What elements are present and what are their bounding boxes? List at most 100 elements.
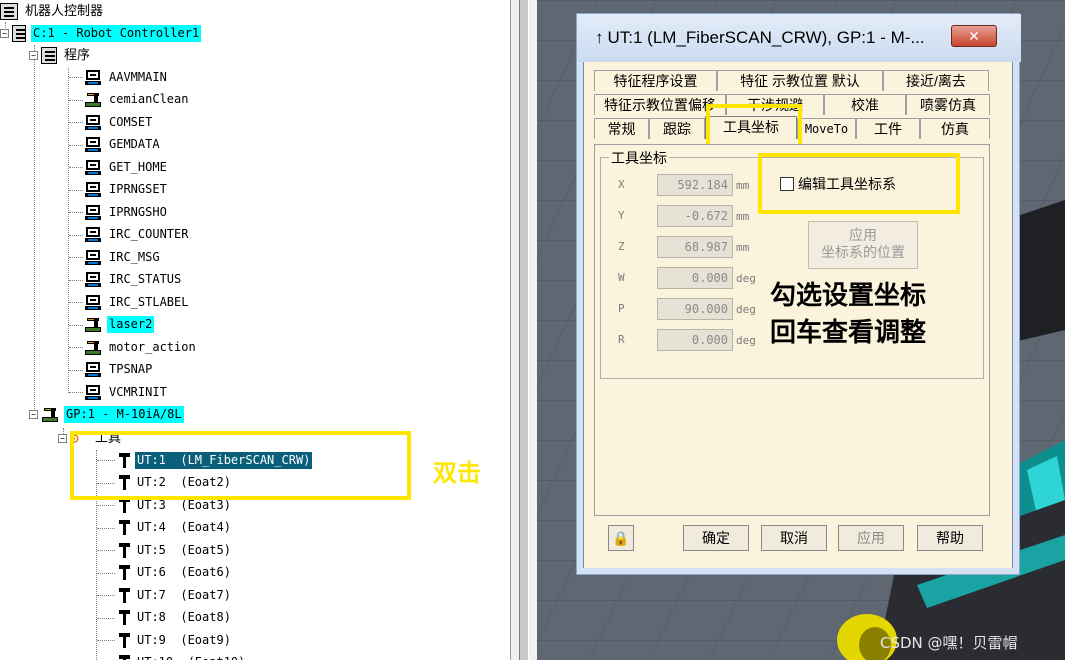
tree-program-item[interactable]: IRC_STLABEL <box>84 292 190 312</box>
field-value-y[interactable]: -0.672 <box>657 205 733 227</box>
tab-feature-teach-default[interactable]: 特征 示教位置 默认 <box>717 70 883 91</box>
edit-utool-checkbox[interactable]: 编辑工具坐标系 <box>780 174 896 194</box>
tree-program-item[interactable]: IPRNGSET <box>84 180 169 200</box>
lock-icon: 🔒 <box>612 530 630 546</box>
robot-program-icon <box>84 339 102 356</box>
tab-feature-program[interactable]: 特征程序设置 <box>594 70 717 91</box>
tree-tool-item[interactable]: UT:5 (Eoat5) <box>116 540 233 560</box>
checkbox-box[interactable] <box>780 177 794 191</box>
tree-tool-item[interactable]: UT:6 (Eoat6) <box>116 563 233 583</box>
field-value-z[interactable]: 68.987 <box>657 236 733 258</box>
tab-spray-sim[interactable]: 喷雾仿真 <box>906 94 990 115</box>
collapse-icon[interactable]: − <box>29 50 38 60</box>
apply-button[interactable]: 应用 <box>838 525 904 551</box>
tree-program-item[interactable]: IRC_MSG <box>84 247 162 267</box>
tab-calibration[interactable]: 校准 <box>824 94 906 115</box>
app-screen: 机器人控制器 − C:1 - Robot Controller1 − 程序 AA… <box>0 0 1065 660</box>
program-icon <box>84 294 102 311</box>
program-label: AAVMMAIN <box>109 69 167 84</box>
program-label: IPRNGSHO <box>109 204 167 219</box>
apply-position-line1: 应用 <box>849 227 877 243</box>
tool-label: UT:8 (Eoat8) <box>137 610 231 624</box>
program-icon <box>84 181 102 198</box>
apply-position-button[interactable]: 应用 坐标系的位置 <box>808 221 918 269</box>
controller-label: C:1 - Robot Controller1 <box>31 24 202 42</box>
dialog-titlebar[interactable]: ↑ UT:1 (LM_FiberSCAN_CRW), GP:1 - M-... ✕ <box>577 14 1021 62</box>
tree-program-item[interactable]: AAVMMAIN <box>84 67 169 87</box>
field-value-p[interactable]: 90.000 <box>657 298 733 320</box>
dialog-client: 特征程序设置 特征 示教位置 默认 接近/离去 特征示教位置偏移 干涉规避 校准… <box>584 62 1012 568</box>
workcell-tree[interactable]: 机器人控制器 − C:1 - Robot Controller1 − 程序 AA… <box>0 0 510 660</box>
tree-tool-item[interactable]: UT:9 (Eoat9) <box>116 630 233 650</box>
pane-splitter[interactable] <box>510 0 537 660</box>
tool-icon <box>116 609 130 626</box>
field-value-w[interactable]: 0.000 <box>657 267 733 289</box>
tree-tool-item[interactable]: UT:7 (Eoat7) <box>116 585 233 605</box>
utool-page: 工具坐标 X 592.184 mm Y -0.672 mm Z 68.987 mm W 0.000 d… <box>594 144 990 516</box>
tree-program-item[interactable]: laser2 <box>84 315 155 335</box>
program-label: IPRNGSET <box>109 182 167 196</box>
tab-approach-retreat[interactable]: 接近/离去 <box>883 70 989 91</box>
field-value-r[interactable]: 0.000 <box>657 329 733 351</box>
tree-root[interactable]: 机器人控制器 <box>0 1 105 21</box>
tree-program-item[interactable]: IRC_COUNTER <box>84 225 190 245</box>
tree-program-item[interactable]: GET_HOME <box>84 157 169 177</box>
tool-label: UT:7 (Eoat7) <box>137 587 231 602</box>
tree-program-item[interactable]: IPRNGSHO <box>84 202 169 222</box>
field-unit: mm <box>736 179 750 192</box>
program-icon <box>84 114 102 131</box>
robot-icon <box>41 406 59 423</box>
close-button[interactable]: ✕ <box>951 25 997 47</box>
programs-label: 程序 <box>64 47 91 63</box>
program-icon <box>84 69 102 86</box>
tab-simulation[interactable]: 仿真 <box>920 118 990 139</box>
tree-program-item[interactable]: IRC_STATUS <box>84 270 183 290</box>
robot-controllers-icon <box>0 2 18 20</box>
lock-button[interactable]: 🔒 <box>608 525 634 551</box>
program-icon <box>84 136 102 153</box>
tree-tool-item[interactable]: UT:10 (Eoat10) <box>116 653 247 660</box>
tree-tool-item[interactable]: UT:8 (Eoat8) <box>116 608 233 628</box>
tree-controller[interactable]: − C:1 - Robot Controller1 <box>0 23 202 43</box>
collapse-icon[interactable]: − <box>29 409 38 419</box>
hint-line-1: 勾选设置坐标 <box>770 281 927 311</box>
tree-programs-folder[interactable]: − 程序 <box>29 45 92 65</box>
tree-motion-group[interactable]: − GP:1 - M-10iA/8L <box>29 404 184 424</box>
tab-row-1: 特征程序设置 特征 示教位置 默认 接近/离去 <box>594 70 989 91</box>
tab-tracking[interactable]: 跟踪 <box>649 118 705 139</box>
program-icon <box>84 226 102 243</box>
tool-icon <box>116 519 130 536</box>
program-icon <box>84 249 102 266</box>
field-value-x[interactable]: 592.184 <box>657 174 733 196</box>
tool-label: UT:10 (Eoat10) <box>135 654 247 660</box>
program-icon <box>84 271 102 288</box>
tab-workpiece[interactable]: 工件 <box>856 118 920 139</box>
tool-label: UT:6 (Eoat6) <box>137 565 231 579</box>
robot-program-icon <box>84 91 102 108</box>
highlight-double-click <box>70 431 411 500</box>
dialog-title: ↑ UT:1 (LM_FiberSCAN_CRW), GP:1 - M-... <box>595 28 925 48</box>
field-label-w: W <box>618 271 625 284</box>
tree-program-item[interactable]: cemianClean <box>84 90 190 110</box>
help-button[interactable]: 帮助 <box>917 525 983 551</box>
program-label: cemianClean <box>109 92 189 106</box>
tree-program-item[interactable]: VCMRINIT <box>84 382 169 402</box>
tab-general[interactable]: 常规 <box>594 118 649 139</box>
hint-line-2: 回车查看调整 <box>770 318 927 348</box>
collapse-icon[interactable]: − <box>58 433 67 443</box>
tree-tool-item[interactable]: UT:4 (Eoat4) <box>116 518 233 538</box>
controller-icon <box>12 24 26 42</box>
field-label-z: Z <box>618 240 625 253</box>
tree-program-item[interactable]: motor_action <box>84 337 198 357</box>
field-unit: mm <box>736 241 750 254</box>
tree-program-item[interactable]: TPSNAP <box>84 360 154 380</box>
cancel-button[interactable]: 取消 <box>761 525 827 551</box>
tool-icon: ↑ <box>595 28 604 47</box>
tree-program-item[interactable]: GEMDATA <box>84 135 162 155</box>
tab-moveto[interactable]: MoveTo <box>797 118 856 139</box>
ok-button[interactable]: 确定 <box>683 525 749 551</box>
program-label: motor_action <box>109 339 196 354</box>
program-label: laser2 <box>107 316 155 333</box>
tree-program-item[interactable]: COMSET <box>84 112 154 132</box>
collapse-icon[interactable]: − <box>0 28 9 38</box>
